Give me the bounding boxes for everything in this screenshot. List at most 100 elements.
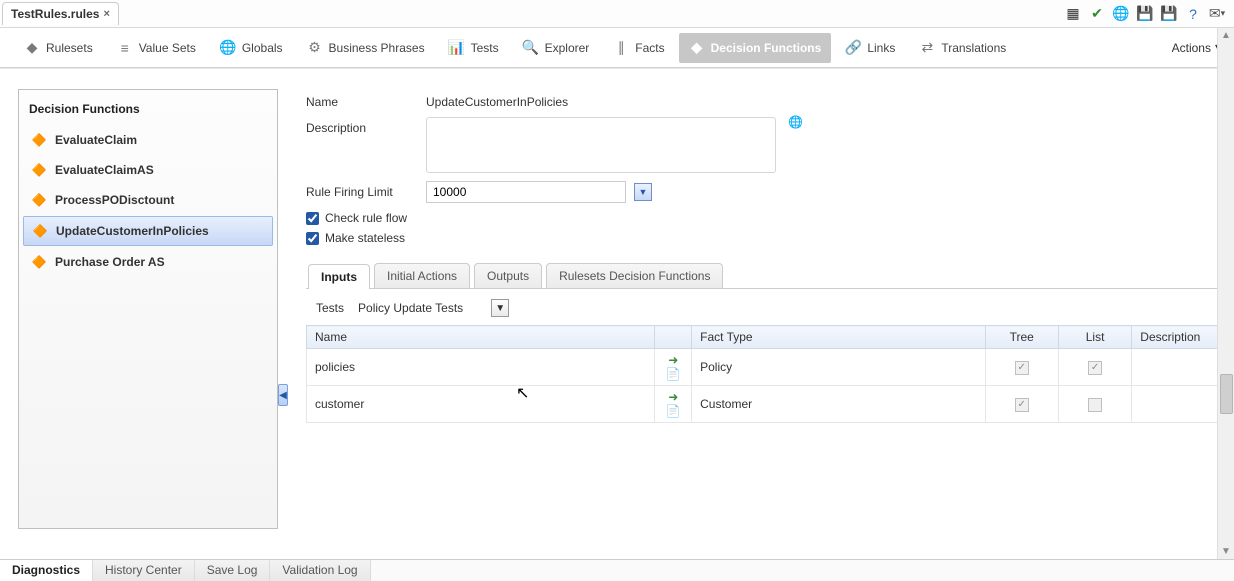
status-tab-label: Diagnostics [12,563,80,577]
sidebar-item-label: Purchase Order AS [55,255,165,269]
cell-name: policies [307,349,655,386]
rule-firing-limit-dropdown[interactable]: ▼ [634,183,652,201]
status-tab-label: History Center [105,563,182,577]
tab-label: Value Sets [139,41,196,55]
make-stateless-checkbox[interactable] [306,232,319,245]
save-icon[interactable]: 💾 [1136,5,1154,23]
name-label: Name [306,91,426,109]
inputs-table: Name Fact Type Tree List Description pol… [306,325,1224,423]
list-checkbox[interactable]: ✓ [1088,361,1102,375]
status-bar: Diagnostics History Center Save Log Vali… [0,559,1234,581]
status-tab-label: Validation Log [282,563,357,577]
rule-firing-limit-input[interactable] [426,181,626,203]
tab-rulesets[interactable]: ◆Rulesets [14,33,103,63]
scroll-down-icon[interactable]: ▼ [1221,544,1231,559]
help-icon[interactable]: ? [1184,5,1202,23]
subtab-rulesets-decision-functions[interactable]: Rulesets Decision Functions [546,263,723,288]
tree-checkbox[interactable]: ✓ [1015,398,1029,412]
translations-icon: ⇄ [919,40,935,56]
rule-firing-limit-label: Rule Firing Limit [306,181,426,199]
status-tab-validation-log[interactable]: Validation Log [270,560,370,581]
sidebar-item-purchaseorderas[interactable]: 🔶 Purchase Order AS [23,248,273,276]
tab-label: Rulesets [46,41,93,55]
close-icon[interactable]: × [103,8,109,20]
status-tab-history-center[interactable]: History Center [93,560,195,581]
subtab-inputs[interactable]: Inputs [308,264,370,289]
tab-label: Tests [471,41,499,55]
check-rule-flow-label: Check rule flow [325,211,407,225]
cell-fact-type: Customer [700,397,752,411]
tab-label: Decision Functions [711,41,822,55]
sidebar-item-evaluateclaimas[interactable]: 🔶 EvaluateClaimAS [23,156,273,184]
description-aux-icon[interactable]: 🌐 [788,115,803,129]
tests-dropdown-button[interactable]: ▼ [491,299,509,317]
subtab-label: Inputs [321,270,357,284]
col-name[interactable]: Name [307,326,655,349]
tab-translations[interactable]: ⇄ Translations [909,33,1016,63]
tab-links[interactable]: 🔗Links [835,33,905,63]
tab-label: Translations [941,41,1006,55]
file-tab-label: TestRules.rules [11,7,99,21]
actions-menu[interactable]: Actions ▾ [1172,41,1220,55]
sidebar-item-updatecustomerinpolicies[interactable]: 🔶 UpdateCustomerInPolicies [23,216,273,246]
collapse-handle[interactable]: ◀ [278,384,288,406]
tab-business-phrases[interactable]: ⚙Business Phrases [297,33,435,63]
check-rule-flow-checkbox[interactable] [306,212,319,225]
explorer-icon: 🔍 [523,40,539,56]
decision-function-icon: 🔶 [31,254,47,270]
validate-icon[interactable]: ▦ [1064,5,1082,23]
vertical-scrollbar[interactable]: ▲ ▼ [1217,28,1234,559]
subtab-label: Outputs [487,269,529,283]
table-row[interactable]: customer ➜📄 Customer ✓ [307,386,1224,423]
scroll-thumb[interactable] [1220,374,1233,414]
links-icon: 🔗 [845,40,861,56]
scroll-up-icon[interactable]: ▲ [1221,28,1231,43]
tab-decision-functions[interactable]: ◆ Decision Functions [679,33,832,63]
table-row[interactable]: policies ➜📄 Policy ✓ ✓ [307,349,1224,386]
tests-label: Tests [316,301,344,315]
col-fact-type[interactable]: Fact Type [692,326,985,349]
sidebar-item-label: EvaluateClaim [55,133,137,147]
decision-function-icon: 🔶 [31,162,47,178]
value-sets-icon: ≡ [117,40,133,56]
col-description[interactable]: Description [1132,326,1224,349]
sidebar-item-label: UpdateCustomerInPolicies [56,224,209,238]
sidebar-item-evaluateclaim[interactable]: 🔶 EvaluateClaim [23,126,273,154]
globe-icon[interactable]: 🌐 [1112,5,1130,23]
tests-dropdown[interactable]: Policy Update Tests ▼ [358,299,509,317]
col-list[interactable]: List [1058,326,1131,349]
file-tab-bar: TestRules.rules × ▦ ✔ 🌐 💾 💾 ? ✉▾ [0,0,1234,28]
sidebar-item-processpodisctount[interactable]: 🔶 ProcessPODisctount [23,186,273,214]
tab-value-sets[interactable]: ≡ Value Sets [107,33,206,63]
decision-functions-icon: ◆ [689,40,705,56]
mail-icon[interactable]: ✉▾ [1208,5,1226,23]
description-input[interactable] [426,117,776,173]
cell-desc [1132,349,1224,386]
subtab-label: Rulesets Decision Functions [559,269,710,283]
list-checkbox[interactable] [1088,398,1102,412]
status-tab-save-log[interactable]: Save Log [195,560,271,581]
col-tree[interactable]: Tree [985,326,1058,349]
sidebar-title: Decision Functions [23,98,273,124]
tab-facts[interactable]: ∥Facts [603,33,674,63]
tab-label: Globals [242,41,283,55]
tests-icon: 📊 [449,40,465,56]
decision-function-icon: 🔶 [32,223,48,239]
tab-tests[interactable]: 📊 Tests [439,33,509,63]
decision-function-icon: 🔶 [31,192,47,208]
cell-fact-type: Policy [700,360,732,374]
check-icon[interactable]: ✔ [1088,5,1106,23]
tab-explorer[interactable]: 🔍Explorer [513,33,600,63]
content: Decision Functions 🔶 EvaluateClaim 🔶 Eva… [0,68,1234,558]
col-spacer [655,326,692,349]
subtab-outputs[interactable]: Outputs [474,263,542,288]
subtab-label: Initial Actions [387,269,457,283]
subtab-initial-actions[interactable]: Initial Actions [374,263,470,288]
tree-checkbox[interactable]: ✓ [1015,361,1029,375]
main-tabs: ◆Rulesets ≡Value Sets 🌐Globals ⚙Business… [0,28,1234,68]
description-label: Description [306,117,426,135]
save-all-icon[interactable]: 💾 [1160,5,1178,23]
file-tab[interactable]: TestRules.rules × [2,2,119,25]
status-tab-diagnostics[interactable]: Diagnostics [0,560,93,581]
tab-globals[interactable]: 🌐Globals [210,33,293,63]
